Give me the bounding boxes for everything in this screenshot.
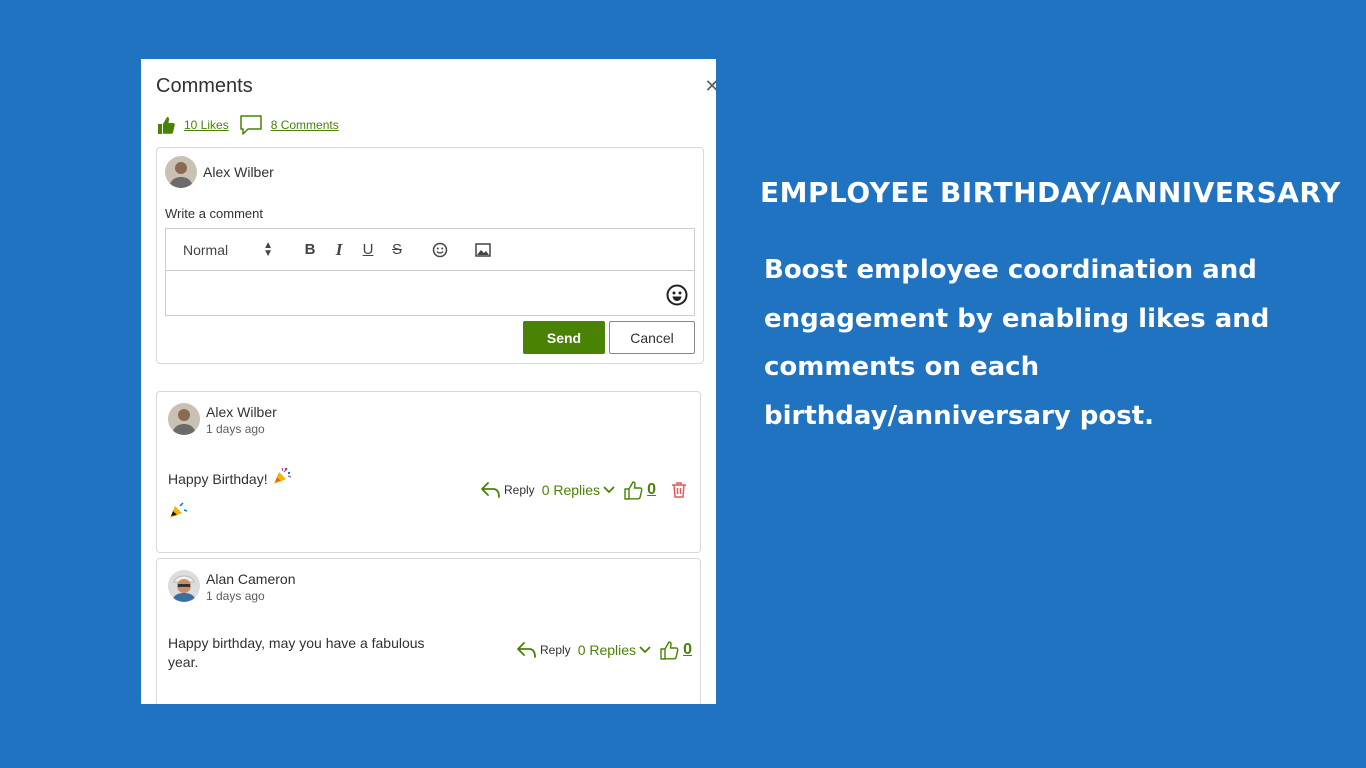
insert-image-button[interactable] <box>472 239 494 261</box>
cancel-button[interactable]: Cancel <box>609 321 695 354</box>
comment-timestamp: 1 days ago <box>206 589 265 603</box>
comment-author-name: Alex Wilber <box>206 404 277 420</box>
strikethrough-button[interactable]: S <box>386 239 408 261</box>
comments-panel: Comments ✕ 10 Likes 8 Comments Alex Wilb… <box>141 59 716 704</box>
comments-link[interactable]: 8 Comments <box>271 118 339 132</box>
avatar <box>168 403 200 435</box>
chevron-down-icon <box>603 486 615 494</box>
reply-button[interactable]: Reply <box>480 481 535 499</box>
write-comment-label: Write a comment <box>165 206 264 221</box>
replies-label: 0 Replies <box>541 482 601 498</box>
like-count[interactable]: 0 <box>647 481 656 499</box>
replies-toggle[interactable]: 0 Replies <box>542 482 615 498</box>
comment-timestamp: 1 days ago <box>206 422 265 436</box>
avatar <box>168 570 200 602</box>
send-button[interactable]: Send <box>523 321 605 354</box>
emoji-button[interactable] <box>429 239 451 261</box>
party-popper-icon <box>170 502 188 518</box>
rich-text-editor: Normal ▲ ▼ B I U S <box>165 228 695 316</box>
likes-link[interactable]: 10 Likes <box>184 118 229 132</box>
comment-actions: Reply 0 Replies 0 <box>480 480 688 500</box>
format-select[interactable]: Normal ▲ ▼ <box>183 239 273 259</box>
smiley-icon <box>432 242 448 257</box>
comment-card: Alan Cameron 1 days ago Happy birthday, … <box>156 558 701 704</box>
composer-user-name: Alex Wilber <box>203 164 274 180</box>
reply-label: Reply <box>540 643 571 657</box>
comment-author: Alan Cameron 1 days ago <box>168 570 296 604</box>
replies-label: 0 Replies <box>577 642 637 658</box>
panel-title: Comments <box>156 75 253 97</box>
comment-composer: Alex Wilber Write a comment Normal ▲ ▼ B … <box>156 147 704 364</box>
emoji-picker-icon[interactable] <box>666 284 688 306</box>
reply-arrow-icon <box>517 642 536 658</box>
chevron-down-icon <box>639 646 651 654</box>
comment-body: Happy Birthday! <box>168 471 268 487</box>
comment-card: Alex Wilber 1 days ago Happy Birthday! R… <box>156 391 701 553</box>
comment-author: Alex Wilber 1 days ago <box>168 403 277 437</box>
reply-label: Reply <box>504 483 535 497</box>
comment-text: Happy Birthday! <box>168 466 292 489</box>
composer-user: Alex Wilber <box>165 156 274 188</box>
delete-icon[interactable] <box>670 481 688 499</box>
comment-icon[interactable] <box>239 114 263 136</box>
party-popper-icon <box>273 467 291 484</box>
comment-actions: Reply 0 Replies 0 <box>516 640 692 660</box>
underline-button[interactable]: U <box>357 239 379 261</box>
thumbs-up-filled-icon[interactable] <box>156 115 176 135</box>
reply-button[interactable]: Reply <box>516 641 571 659</box>
replies-toggle[interactable]: 0 Replies <box>578 642 651 658</box>
avatar <box>165 156 197 188</box>
thumbs-up-icon[interactable] <box>623 480 643 500</box>
reply-arrow-icon <box>481 482 500 498</box>
format-select-value: Normal <box>183 241 229 258</box>
italic-button[interactable]: I <box>328 239 350 261</box>
image-icon <box>475 242 491 257</box>
comment-input[interactable] <box>166 272 694 315</box>
comment-author-name: Alan Cameron <box>206 571 296 587</box>
thumbs-up-icon[interactable] <box>659 640 679 660</box>
promo-title: EMPLOYEE BIRTHDAY/ANNIVERSARY <box>760 176 1341 209</box>
close-icon[interactable]: ✕ <box>703 77 716 95</box>
updown-arrows-icon: ▲ ▼ <box>263 239 273 259</box>
promo-description: Boost employee coordination and engageme… <box>764 255 1270 431</box>
bold-button[interactable]: B <box>299 239 321 261</box>
stats-bar: 10 Likes 8 Comments <box>156 113 339 137</box>
like-count[interactable]: 0 <box>683 641 692 659</box>
comment-body: Happy birthday, may you have a fabulous … <box>168 635 425 670</box>
editor-toolbar: Normal ▲ ▼ B I U S <box>166 229 694 271</box>
